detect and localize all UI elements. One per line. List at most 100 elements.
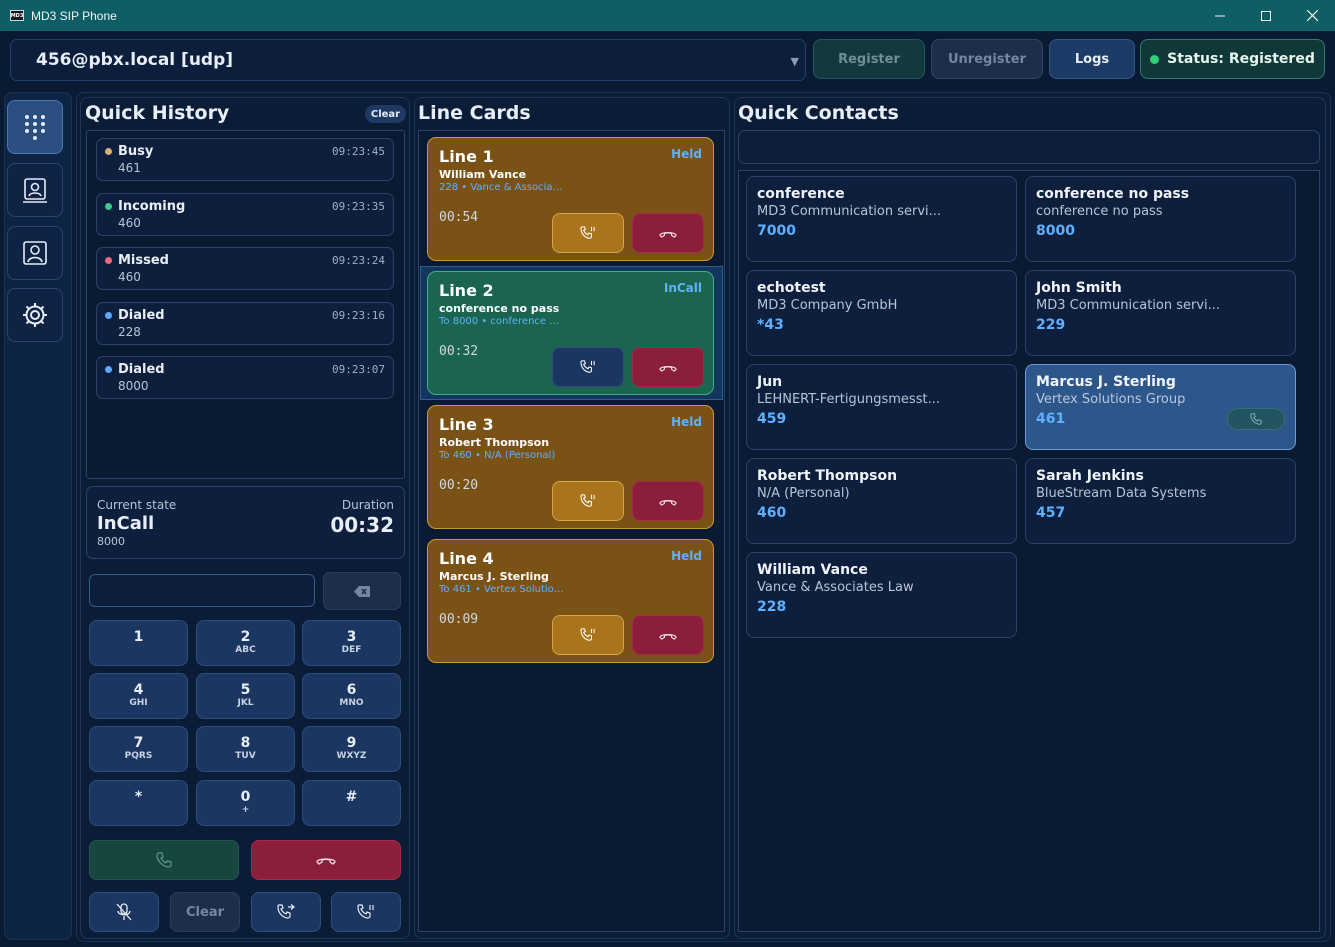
dial-number-input[interactable] <box>89 574 315 607</box>
unregister-button[interactable]: Unregister <box>931 39 1043 79</box>
line-card-3[interactable]: Line 3 Held Robert Thompson To 460 • N/A… <box>427 405 714 529</box>
contact-card[interactable]: Jun LEHNERT-Fertigungsmesst... 459 <box>746 364 1017 450</box>
contact-card[interactable]: Sarah Jenkins BlueStream Data Systems 45… <box>1025 458 1296 544</box>
history-item[interactable]: Dialed 8000 09:23:07 <box>96 356 394 399</box>
key-letters: JKL <box>237 698 254 708</box>
transfer-button[interactable] <box>251 892 321 932</box>
line-name: Line 1 <box>439 147 494 166</box>
line-card-1[interactable]: Line 1 Held William Vance 228 • Vance & … <box>427 137 714 261</box>
history-item[interactable]: Incoming 460 09:23:35 <box>96 193 394 236</box>
contact-org: MD3 Communication servi... <box>1036 298 1221 313</box>
close-button[interactable] <box>1289 0 1335 31</box>
hangup-icon <box>659 365 677 372</box>
history-type: Busy <box>118 144 154 159</box>
contact-org: N/A (Personal) <box>757 486 850 501</box>
key-9[interactable]: 9 WXYZ <box>302 726 401 772</box>
line-cards-title: Line Cards <box>418 102 531 124</box>
phone-icon <box>1250 413 1262 425</box>
line-peer: Marcus J. Sterling <box>439 570 549 583</box>
contact-name: Robert Thompson <box>757 468 898 484</box>
history-item[interactable]: Busy 461 09:23:45 <box>96 138 394 181</box>
key-1[interactable]: 1 <box>89 620 188 666</box>
key-6[interactable]: 6 MNO <box>302 673 401 719</box>
line-card-4[interactable]: Line 4 Held Marcus J. Sterling To 461 • … <box>427 539 714 663</box>
contact-org: BlueStream Data Systems <box>1036 486 1207 501</box>
history-number: 8000 <box>118 379 149 393</box>
hold-button[interactable] <box>331 892 401 932</box>
line-hangup-button[interactable] <box>632 347 704 387</box>
line-hangup-button[interactable] <box>632 615 704 655</box>
key-digit: 5 <box>240 682 251 698</box>
history-time: 09:23:24 <box>332 254 385 267</box>
phone-icon <box>156 852 172 868</box>
status-dot-icon <box>105 257 112 264</box>
history-number: 461 <box>118 161 141 175</box>
account-select-value: 456@pbx.local [udp] <box>36 50 234 70</box>
key-0[interactable]: 0 + <box>196 780 295 826</box>
contact-search-input[interactable] <box>738 130 1320 164</box>
line-card-2[interactable]: Line 2 InCall conference no pass To 8000… <box>427 271 714 395</box>
nav-settings[interactable] <box>7 288 63 342</box>
contact-name: echotest <box>757 280 826 296</box>
contact-call-button[interactable] <box>1227 408 1285 430</box>
status-badge: Status: Registered <box>1140 39 1325 79</box>
account-select[interactable]: 456@pbx.local [udp] ▼ <box>10 39 806 81</box>
hangup-button[interactable] <box>251 840 401 880</box>
contact-card[interactable]: William Vance Vance & Associates Law 228 <box>746 552 1017 638</box>
nav-dialpad[interactable] <box>7 100 63 154</box>
register-button[interactable]: Register <box>813 39 925 79</box>
line-hangup-button[interactable] <box>632 213 704 253</box>
line-hold-button[interactable] <box>552 213 624 253</box>
quick-contacts-title: Quick Contacts <box>738 102 899 124</box>
line-status: Held <box>671 415 702 429</box>
history-time: 09:23:16 <box>332 309 385 322</box>
line-status: InCall <box>663 281 702 295</box>
line-hold-button[interactable] <box>552 481 624 521</box>
status-dot-icon <box>105 366 112 373</box>
contact-card[interactable]: conference no pass conference no pass 80… <box>1025 176 1296 262</box>
contact-card-selected[interactable]: Marcus J. Sterling Vertex Solutions Grou… <box>1025 364 1296 450</box>
minimize-button[interactable] <box>1197 0 1243 31</box>
line-hold-button[interactable] <box>552 615 624 655</box>
minimize-icon <box>1215 15 1225 16</box>
contact-name: William Vance <box>757 562 868 578</box>
nav-profile[interactable] <box>7 226 63 280</box>
clear-dial-button[interactable]: Clear <box>170 892 240 932</box>
contact-card[interactable]: Robert Thompson N/A (Personal) 460 <box>746 458 1017 544</box>
state-value: InCall <box>97 513 155 534</box>
line-hangup-button[interactable] <box>632 481 704 521</box>
key-5[interactable]: 5 JKL <box>196 673 295 719</box>
call-button[interactable] <box>89 840 239 880</box>
logs-button[interactable]: Logs <box>1049 39 1135 79</box>
history-type: Dialed <box>118 308 165 323</box>
contact-card[interactable]: echotest MD3 Company GmbH *43 <box>746 270 1017 356</box>
contact-number: 459 <box>757 411 787 427</box>
contact-card[interactable]: John Smith MD3 Communication servi... 22… <box>1025 270 1296 356</box>
line-hold-button[interactable] <box>552 347 624 387</box>
line-timer: 00:54 <box>439 210 479 225</box>
line-status: Held <box>671 549 702 563</box>
history-item[interactable]: Missed 460 09:23:24 <box>96 247 394 290</box>
nav-contacts[interactable] <box>7 163 63 217</box>
line-subtitle: 228 • Vance & Associates Law <box>439 182 564 193</box>
key-2[interactable]: 2 ABC <box>196 620 295 666</box>
mute-button[interactable] <box>89 892 159 932</box>
key-letters: DEF <box>341 645 362 655</box>
contact-card[interactable]: conference MD3 Communication servi... 70… <box>746 176 1017 262</box>
hold-icon <box>580 494 595 507</box>
key-7[interactable]: 7 PQRS <box>89 726 188 772</box>
history-number: 460 <box>118 270 141 284</box>
key-star[interactable]: * <box>89 780 188 826</box>
history-item[interactable]: Dialed 228 09:23:16 <box>96 302 394 345</box>
maximize-button[interactable] <box>1243 0 1289 31</box>
key-digit: 0 <box>240 789 251 805</box>
key-8[interactable]: 8 TUV <box>196 726 295 772</box>
backspace-button[interactable] <box>323 572 401 610</box>
hold-icon <box>580 628 595 641</box>
clear-history-button[interactable]: Clear <box>365 105 406 123</box>
key-3[interactable]: 3 DEF <box>302 620 401 666</box>
key-hash[interactable]: # <box>302 780 401 826</box>
key-digit: 9 <box>346 735 357 751</box>
key-digit: 2 <box>240 629 251 645</box>
key-4[interactable]: 4 GHI <box>89 673 188 719</box>
